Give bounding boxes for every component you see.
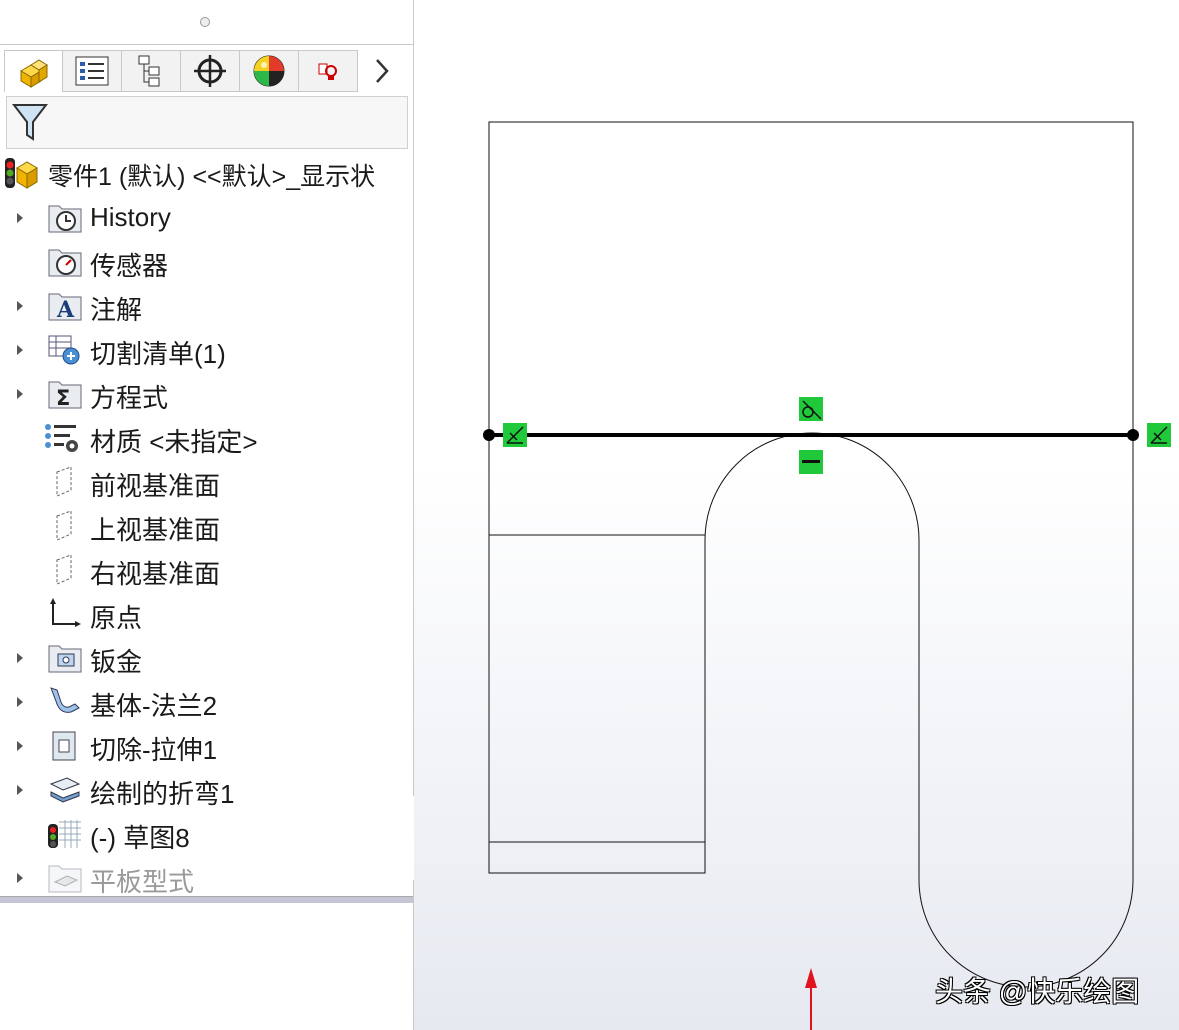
cam-icon [318, 63, 337, 80]
tab-cam[interactable] [299, 50, 358, 92]
tree-item-label: 切除-拉伸1 [90, 735, 218, 765]
tree-item-cut-list[interactable]: 切割清单(1) [0, 328, 413, 372]
history-icon [48, 205, 82, 233]
tree-item-material[interactable]: 材质 <未指定> [0, 416, 413, 460]
tree-item-label: 传感器 [90, 251, 169, 281]
flat-pattern-icon [48, 865, 82, 893]
tree-item-label: 基体-法兰2 [90, 691, 218, 721]
coincident-relation-icon[interactable] [503, 423, 527, 447]
tab-scroll-right[interactable] [358, 50, 406, 92]
tree-item-cut-extrude[interactable]: 切除-拉伸1 [0, 724, 413, 768]
property-list-icon [75, 56, 109, 86]
plane-icon [56, 554, 72, 585]
tree-item-right-plane[interactable]: 右视基准面 [0, 548, 413, 592]
expand-arrow-icon[interactable] [17, 741, 23, 751]
tree-item-label: 前视基准面 [90, 471, 221, 501]
tree-item-label: 切割清单(1) [90, 339, 226, 369]
tree-item-label: History [90, 202, 171, 232]
tree-item-history[interactable]: History [0, 196, 413, 240]
tree-item-front-plane[interactable]: 前视基准面 [0, 460, 413, 504]
svg-text:Σ: Σ [56, 386, 70, 410]
tree-item-label: 钣金 [90, 647, 143, 677]
coincident-relation-icon[interactable] [1147, 423, 1171, 447]
expand-arrow-icon[interactable] [17, 389, 23, 399]
expand-arrow-icon[interactable] [17, 345, 23, 355]
tab-propertymanager[interactable] [63, 50, 122, 92]
tree-item-label: 平板型式 [90, 867, 195, 897]
tree-item-top-plane[interactable]: 上视基准面 [0, 504, 413, 548]
tree-root-part[interactable]: 零件1 (默认) <<默认>_显示状 [0, 152, 413, 196]
tree-root-label: 零件1 (默认) <<默认>_显示状 [48, 163, 376, 191]
tree-item-label: 上视基准面 [90, 515, 221, 545]
filter-icon [11, 104, 49, 141]
origin-icon [50, 598, 81, 627]
manager-tabs [4, 50, 406, 94]
tree-filter[interactable] [6, 96, 408, 149]
graphics-area[interactable]: 头条 @快乐绘图 [414, 0, 1179, 1030]
tree-item-sketched-bend[interactable]: 绘制的折弯1 [0, 768, 413, 812]
sketched-bend-icon [49, 777, 81, 803]
tree-item-sheet-metal[interactable]: 钣金 [0, 636, 413, 680]
tree-item-label: 材质 <未指定> [90, 427, 258, 457]
chevron-right-icon [376, 59, 389, 83]
expand-arrow-icon[interactable] [17, 873, 23, 883]
base-flange-icon [50, 687, 80, 713]
plane-icon [56, 510, 72, 541]
plane-icon [56, 466, 72, 497]
sketch-icon [48, 820, 81, 848]
tree-item-label: 注解 [90, 295, 143, 325]
origin-y-axis-icon [805, 968, 817, 1030]
tree-item-label: 绘制的折弯1 [90, 779, 235, 809]
expand-arrow-icon[interactable] [17, 697, 23, 707]
panel-splitter-bar[interactable] [0, 896, 413, 903]
sheet-profile[interactable] [488, 121, 1134, 988]
tangent-relation-icon[interactable] [799, 397, 823, 421]
cut-extrude-icon [52, 731, 76, 761]
sensors-icon [48, 249, 82, 277]
expand-arrow-icon[interactable] [17, 213, 23, 223]
tree-item-label: 原点 [90, 603, 143, 633]
tree-item-annotations[interactable]: A 注解 [0, 284, 413, 328]
tab-dimxpertmanager[interactable] [181, 50, 240, 92]
sketch-viewport[interactable] [414, 0, 1179, 1030]
splitter-handle[interactable] [200, 17, 210, 27]
part-icon [19, 58, 48, 88]
tree-item-label: (-) 草图8 [90, 823, 190, 853]
feature-manager-panel: 零件1 (默认) <<默认>_显示状 History 传感器 A 注解 切割清单… [0, 0, 414, 1030]
tree-item-flat-pattern[interactable]: 平板型式 [0, 856, 413, 900]
annotations-icon: A [48, 293, 82, 322]
horizontal-relation-icon[interactable] [799, 450, 823, 474]
cut-list-icon [48, 335, 80, 365]
watermark: 头条 @快乐绘图 [935, 976, 1140, 1007]
tab-featuremanager[interactable] [4, 50, 63, 92]
tree-item-equations[interactable]: Σ 方程式 [0, 372, 413, 416]
tree-item-origin[interactable]: 原点 [0, 592, 413, 636]
crosshair-icon [194, 55, 226, 87]
material-icon [45, 424, 78, 452]
tree-item-sketch8[interactable]: (-) 草图8 [0, 812, 413, 856]
configuration-icon [138, 55, 160, 87]
tree-item-base-flange[interactable]: 基体-法兰2 [0, 680, 413, 724]
tab-displaymanager[interactable] [240, 50, 299, 92]
line-endpoint[interactable] [483, 429, 495, 441]
part-status-icon [5, 158, 38, 189]
svg-text:A: A [56, 297, 75, 322]
tree-item-label: 方程式 [90, 383, 169, 413]
expand-arrow-icon[interactable] [17, 785, 23, 795]
expand-arrow-icon[interactable] [17, 653, 23, 663]
line-endpoint[interactable] [1127, 429, 1139, 441]
sheet-metal-icon [48, 645, 82, 673]
tab-configurationmanager[interactable] [122, 50, 181, 92]
panel-top-strip [0, 0, 413, 45]
tree-item-sensors[interactable]: 传感器 [0, 240, 413, 284]
tree-item-label: 右视基准面 [90, 559, 221, 589]
expand-arrow-icon[interactable] [17, 301, 23, 311]
appearance-ball-icon [253, 55, 285, 87]
equations-icon: Σ [48, 381, 82, 410]
